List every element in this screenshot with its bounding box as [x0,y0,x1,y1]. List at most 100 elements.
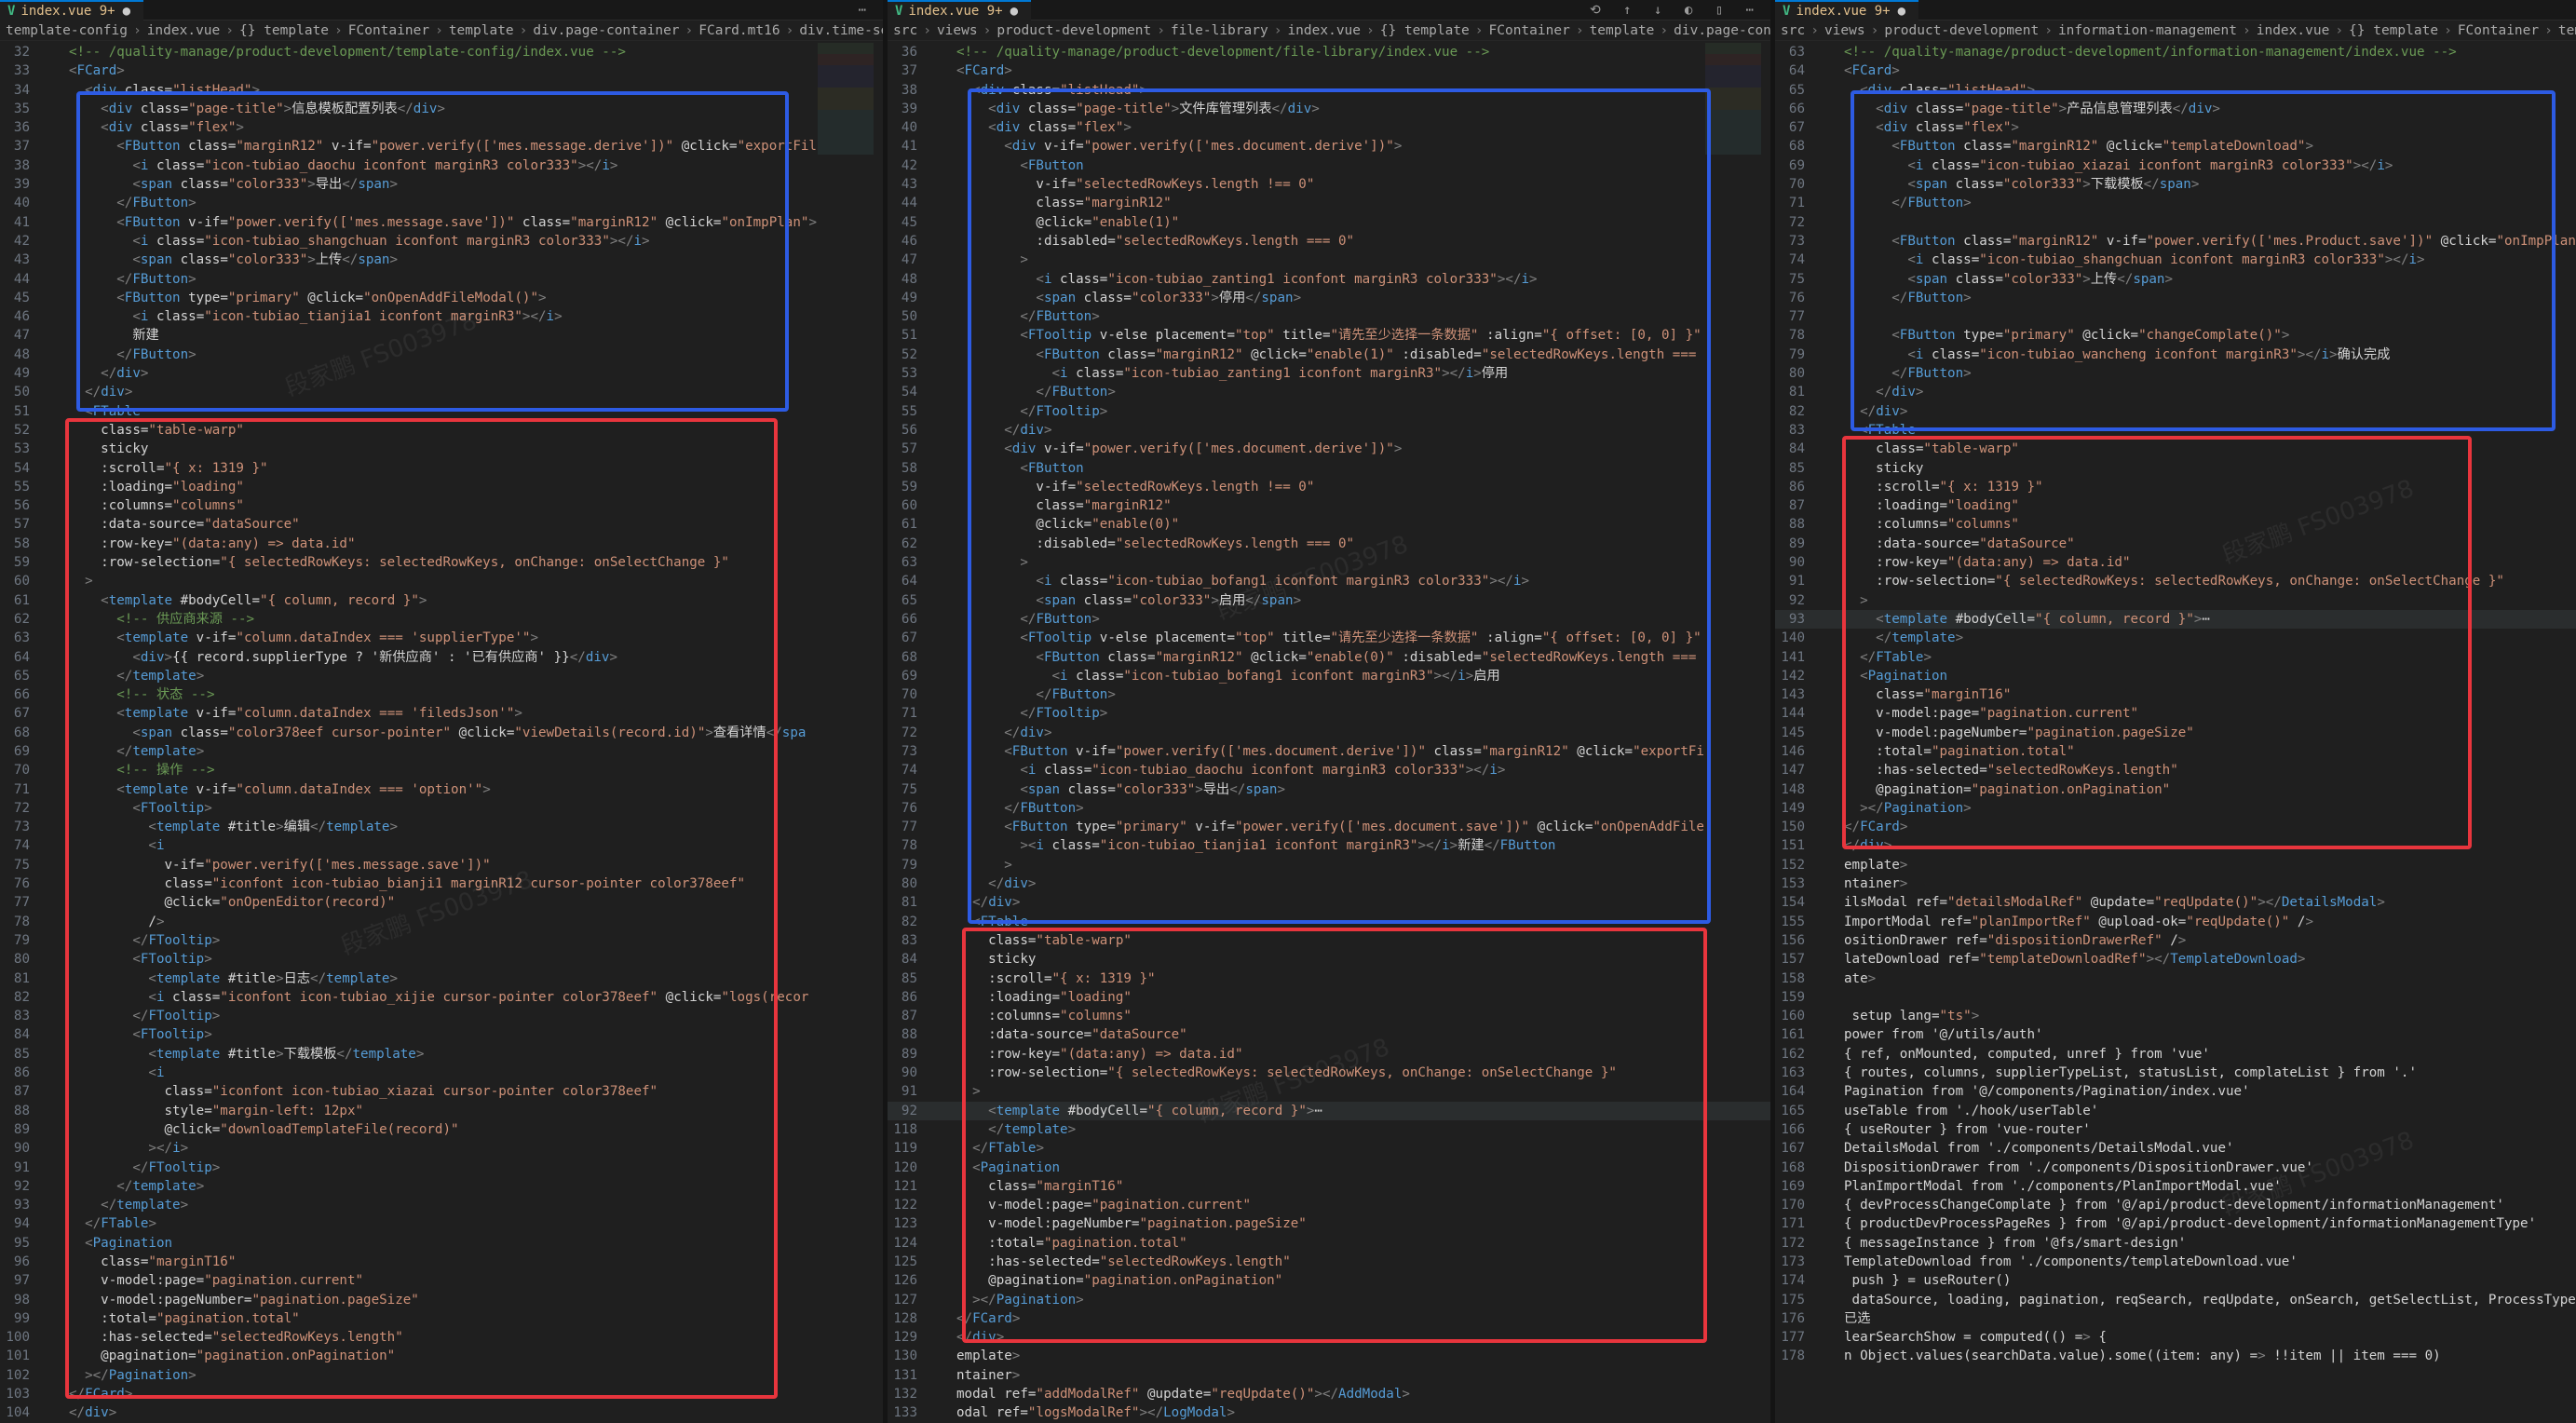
gutter[interactable] [1818,799,1844,818]
gutter[interactable] [930,346,956,364]
editor-actions[interactable]: ⋯ [859,3,883,18]
code-line[interactable]: 160 setup lang="ts"> [1775,1007,2576,1025]
gutter[interactable] [1818,61,1844,80]
code-line[interactable]: 174 push } = useRouter() [1775,1271,2576,1290]
code-line[interactable]: 163 { routes, columns, supplierTypeList, … [1775,1064,2576,1082]
gutter[interactable] [930,818,956,836]
tab-index-vue[interactable]: Vindex.vue 9+ ● [0,0,144,20]
gutter[interactable] [930,118,956,137]
gutter[interactable] [1818,1025,1844,1044]
breadcrumb-item[interactable]: src [893,23,917,38]
gutter[interactable] [1818,761,1844,779]
code-line[interactable]: 165 useTable from './hook/userTable' [1775,1102,2576,1120]
gutter[interactable] [930,913,956,931]
gutter[interactable] [1818,364,1844,383]
gutter[interactable] [1818,118,1844,137]
gutter[interactable] [930,1347,956,1365]
gutter[interactable] [930,1045,956,1064]
gutter[interactable] [930,175,956,194]
gutter[interactable] [1818,1064,1844,1082]
gutter[interactable] [43,137,69,156]
gutter[interactable] [930,742,956,761]
gutter[interactable] [1818,1347,1844,1365]
gutter[interactable] [930,307,956,326]
gutter[interactable] [1818,1159,1844,1177]
code-line[interactable]: 37 <FCard> [888,61,1770,80]
gutter[interactable] [1818,251,1844,269]
breadcrumb-item[interactable]: src [1781,23,1805,38]
breadcrumb[interactable]: src › views › product-development › informatio… [1775,20,2576,41]
code-line[interactable]: 152 emplate> [1775,856,2576,874]
gutter[interactable] [1818,440,1844,458]
gutter[interactable] [1818,326,1844,345]
gutter[interactable] [1818,1082,1844,1101]
gutter[interactable] [43,156,69,175]
gutter[interactable] [930,535,956,553]
code-line[interactable]: 157 lateDownload ref="templateDownloadRef… [1775,950,2576,969]
gutter[interactable] [930,799,956,818]
gutter[interactable] [1818,685,1844,704]
code-line[interactable]: 176 已选 [1775,1309,2576,1328]
gutter[interactable] [1818,81,1844,100]
code-line[interactable]: 131 ntainer> [888,1366,1770,1385]
breadcrumb-item[interactable]: views [937,23,978,38]
gutter[interactable] [930,1196,956,1214]
gutter[interactable] [43,1403,69,1422]
gutter[interactable] [930,553,956,572]
code-line[interactable]: 169 PlanImportModal from './components/Pl… [1775,1177,2576,1196]
gutter[interactable] [1818,950,1844,969]
code-line[interactable]: 33 <FCard> [0,61,883,80]
gutter[interactable] [1818,1007,1844,1025]
gutter[interactable] [43,118,69,137]
gutter[interactable] [43,43,69,61]
gutter[interactable] [930,1253,956,1271]
gutter[interactable] [930,1082,956,1101]
breadcrumb-item[interactable]: FContainer [1489,23,1570,38]
gutter[interactable] [930,1291,956,1309]
gutter[interactable] [1818,175,1844,194]
gutter[interactable] [1818,1291,1844,1309]
gutter[interactable] [1818,1120,1844,1139]
gutter[interactable] [930,496,956,515]
gutter[interactable] [43,81,69,100]
gutter[interactable] [930,667,956,685]
code-line[interactable]: 155 ImportModal ref="planImportRef" @uplo… [1775,913,2576,931]
gutter[interactable] [43,232,69,251]
gutter[interactable] [930,836,956,855]
gutter[interactable] [1818,1196,1844,1214]
gutter[interactable] [43,307,69,326]
gutter[interactable] [930,364,956,383]
code-line[interactable]: 159 [1775,988,2576,1007]
gutter[interactable] [1818,913,1844,931]
gutter[interactable] [1818,856,1844,874]
gutter[interactable] [1818,1102,1844,1120]
gutter[interactable] [1818,213,1844,232]
gutter[interactable] [930,780,956,799]
gutter[interactable] [930,572,956,590]
gutter[interactable] [930,1309,956,1328]
breadcrumb-item[interactable]: index.vue [2257,23,2330,38]
breadcrumb-item[interactable]: template [1590,23,1655,38]
gutter[interactable] [1818,704,1844,723]
gutter[interactable] [930,629,956,647]
gutter[interactable] [1818,1328,1844,1347]
unsaved-dot-icon[interactable]: ● [1010,4,1018,19]
breadcrumb-item[interactable]: {} template [2349,23,2438,38]
breadcrumb-item[interactable]: index.vue [1287,23,1361,38]
code-line[interactable]: 167 DetailsModal from './components/Detai… [1775,1139,2576,1158]
gutter[interactable] [930,761,956,779]
breadcrumb-item[interactable]: template-config [6,23,128,38]
gutter[interactable] [1818,836,1844,855]
gutter[interactable] [930,610,956,629]
gutter[interactable] [930,421,956,440]
gutter[interactable] [1818,742,1844,761]
gutter[interactable] [1818,1214,1844,1233]
gutter[interactable] [43,251,69,269]
gutter[interactable] [1818,893,1844,912]
gutter[interactable] [1818,667,1844,685]
gutter[interactable] [1818,553,1844,572]
gutter[interactable] [930,893,956,912]
gutter[interactable] [1818,137,1844,156]
gutter[interactable] [930,685,956,704]
gutter[interactable] [1818,988,1844,1007]
